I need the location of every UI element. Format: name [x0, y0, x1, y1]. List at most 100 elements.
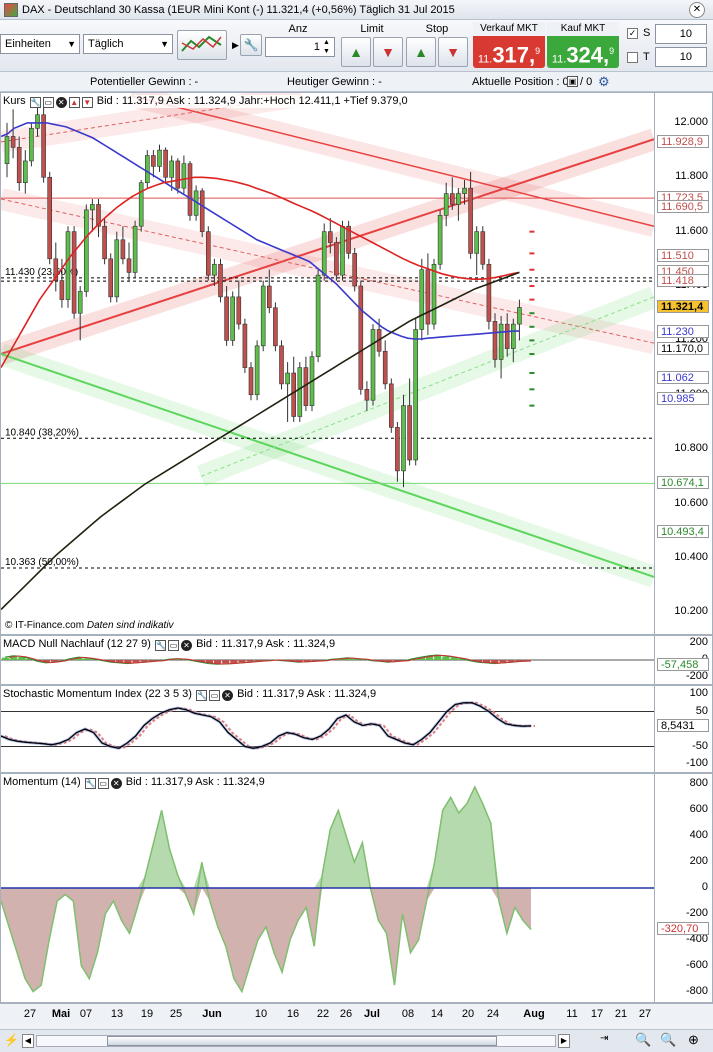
candle-body — [132, 225, 138, 273]
price-chart: 11.430 (23,60%)10.840 (38,20%)10.363 (50… — [1, 93, 654, 611]
s-checkbox[interactable]: ✓ — [627, 28, 638, 39]
buy-market-button[interactable]: Kauf MKT 11.324,9 — [547, 22, 619, 68]
price-tick-label: 10.600 — [674, 496, 708, 509]
limit-buy-button[interactable]: ▲ — [341, 37, 371, 67]
candle-body — [71, 231, 77, 314]
chart-scrollbar[interactable]: ⚡ ◀ ▶ ⇥ 🔍 🔍 ⊕ — [0, 1029, 713, 1052]
zoom-icon[interactable]: ⚡ — [4, 1033, 19, 1047]
date-tick-label: 14 — [430, 1008, 444, 1020]
candle-body — [468, 187, 473, 254]
stochastic-glow-line — [1, 701, 532, 750]
momentum-negative-area — [1, 888, 531, 992]
window-icon[interactable]: ▭ — [168, 640, 180, 651]
gear-icon[interactable]: ⚙ — [598, 74, 610, 90]
candle-body — [10, 136, 16, 148]
close-icon[interactable]: ✕ — [222, 690, 233, 701]
candle-body — [401, 405, 406, 472]
scroll-end-icon[interactable]: ⇥ — [600, 1033, 608, 1044]
candle-body — [480, 231, 486, 265]
candle-body — [388, 383, 394, 428]
data-note: Daten sind indikativ — [86, 620, 174, 631]
price-tag: 11.928,9 — [657, 135, 709, 149]
settings-icon[interactable]: 🔧 — [155, 640, 167, 651]
candle-body — [29, 128, 34, 162]
candle-body — [419, 269, 425, 330]
settings-icon[interactable]: 🔧 — [84, 778, 96, 789]
stop-sell-button[interactable]: ▼ — [438, 37, 468, 67]
t-input[interactable]: 10 — [655, 47, 707, 67]
scroll-right-icon[interactable]: ▶ — [558, 1034, 570, 1048]
macd-histogram-bar — [222, 660, 230, 664]
momentum-panel-bidask: Bid : 11.317,9 Ask : 11.324,9 — [125, 776, 265, 788]
position-icon[interactable]: ▣ — [567, 76, 578, 87]
stochastic-last-value: 8,5431 — [657, 719, 709, 733]
candle-body — [340, 225, 345, 276]
stochastic-axis: -100-500501008,5431 — [655, 685, 713, 773]
sell-price-main: 317 — [492, 42, 530, 68]
limit-sell-button[interactable]: ▼ — [373, 37, 403, 67]
date-tick-label: 26 — [339, 1008, 353, 1020]
momentum-panel-header: Momentum (14) 🔧 ▭ ✕ Bid : 11.317,9 Ask : 1… — [3, 776, 265, 789]
zoom-in-icon[interactable]: 🔍 — [660, 1032, 676, 1048]
stop-buy-button[interactable]: ▲ — [406, 37, 436, 67]
macd-histogram-bar — [442, 656, 450, 660]
fib-level-label: 10.840 (38,20%) — [5, 427, 79, 438]
fit-icon[interactable]: ⊕ — [688, 1032, 699, 1048]
settings-button[interactable]: 🔧 — [240, 34, 262, 56]
settings-icon[interactable]: 🔧 — [29, 97, 41, 108]
chevron-down-icon: ▼ — [67, 39, 76, 49]
sell-market-button[interactable]: Verkauf MKT 11.317,9 — [473, 22, 545, 68]
price-panel-title: Kurs — [3, 95, 26, 107]
current-position: Aktuelle Position : 0 — [472, 76, 569, 88]
date-tick-label: 27 — [23, 1008, 37, 1020]
play-icon[interactable]: ▶ — [232, 40, 239, 51]
s-input[interactable]: 10 — [655, 24, 707, 44]
buy-icon[interactable]: ▲ — [68, 97, 80, 108]
current-position-alt: / 0 — [580, 76, 593, 88]
candle-body — [242, 323, 248, 368]
candle-body — [291, 372, 297, 417]
scroll-track[interactable] — [36, 1035, 556, 1047]
date-tick-label: 16 — [286, 1008, 300, 1020]
price-chart-panel: 11.430 (23,60%) 10.840 (38,20%) 10.363 (50… — [0, 92, 655, 635]
candle-body — [169, 160, 174, 178]
close-icon[interactable]: ✕ — [110, 778, 122, 789]
window-icon[interactable]: ▭ — [42, 97, 54, 108]
unit-select[interactable]: Einheiten ▼ — [0, 34, 80, 54]
period-select[interactable]: Täglich ▼ — [83, 34, 173, 54]
candle-body — [254, 345, 260, 396]
candle-body — [4, 136, 10, 164]
close-icon[interactable]: ✕ — [55, 97, 67, 108]
position-infobar: Potentieller Gewinn : - Heutiger Gewinn … — [0, 72, 713, 92]
candle-body — [22, 160, 28, 184]
stochastic-tick-label: 50 — [695, 704, 708, 717]
close-icon[interactable]: ✕ — [689, 2, 705, 18]
qty-stepper[interactable]: ▲ ▼ — [323, 38, 330, 56]
sell-price-frac: 9 — [535, 46, 541, 56]
t-checkbox[interactable] — [627, 52, 638, 63]
scroll-thumb[interactable] — [107, 1036, 497, 1046]
close-icon[interactable]: ✕ — [181, 640, 193, 651]
price-tick-label: 10.800 — [674, 442, 708, 455]
buy-label: Kauf MKT — [547, 22, 619, 36]
momentum-tick-label: -600 — [685, 958, 708, 971]
sell-icon[interactable]: ▼ — [81, 97, 93, 108]
date-tick-label: 20 — [461, 1008, 475, 1020]
candle-body — [77, 291, 83, 314]
candle-body — [163, 149, 168, 178]
settings-icon[interactable]: 🔧 — [196, 690, 207, 701]
scroll-left-icon[interactable]: ◀ — [22, 1034, 34, 1048]
candle-body — [364, 389, 370, 401]
candle-body — [431, 263, 437, 325]
price-tick-label: 11.800 — [675, 170, 708, 183]
zoom-out-icon[interactable]: 🔍 — [635, 1032, 651, 1048]
momentum-tick-label: 600 — [689, 803, 708, 816]
window-icon[interactable]: ▭ — [97, 778, 109, 789]
macd-tick-label: 200 — [689, 636, 708, 648]
window-icon[interactable]: ▭ — [209, 690, 220, 701]
price-tick-label: 12.000 — [674, 115, 708, 128]
chart-type-button[interactable] — [177, 30, 227, 60]
candle-body — [181, 163, 187, 189]
candle-body — [248, 367, 254, 396]
candle-body — [90, 204, 95, 211]
